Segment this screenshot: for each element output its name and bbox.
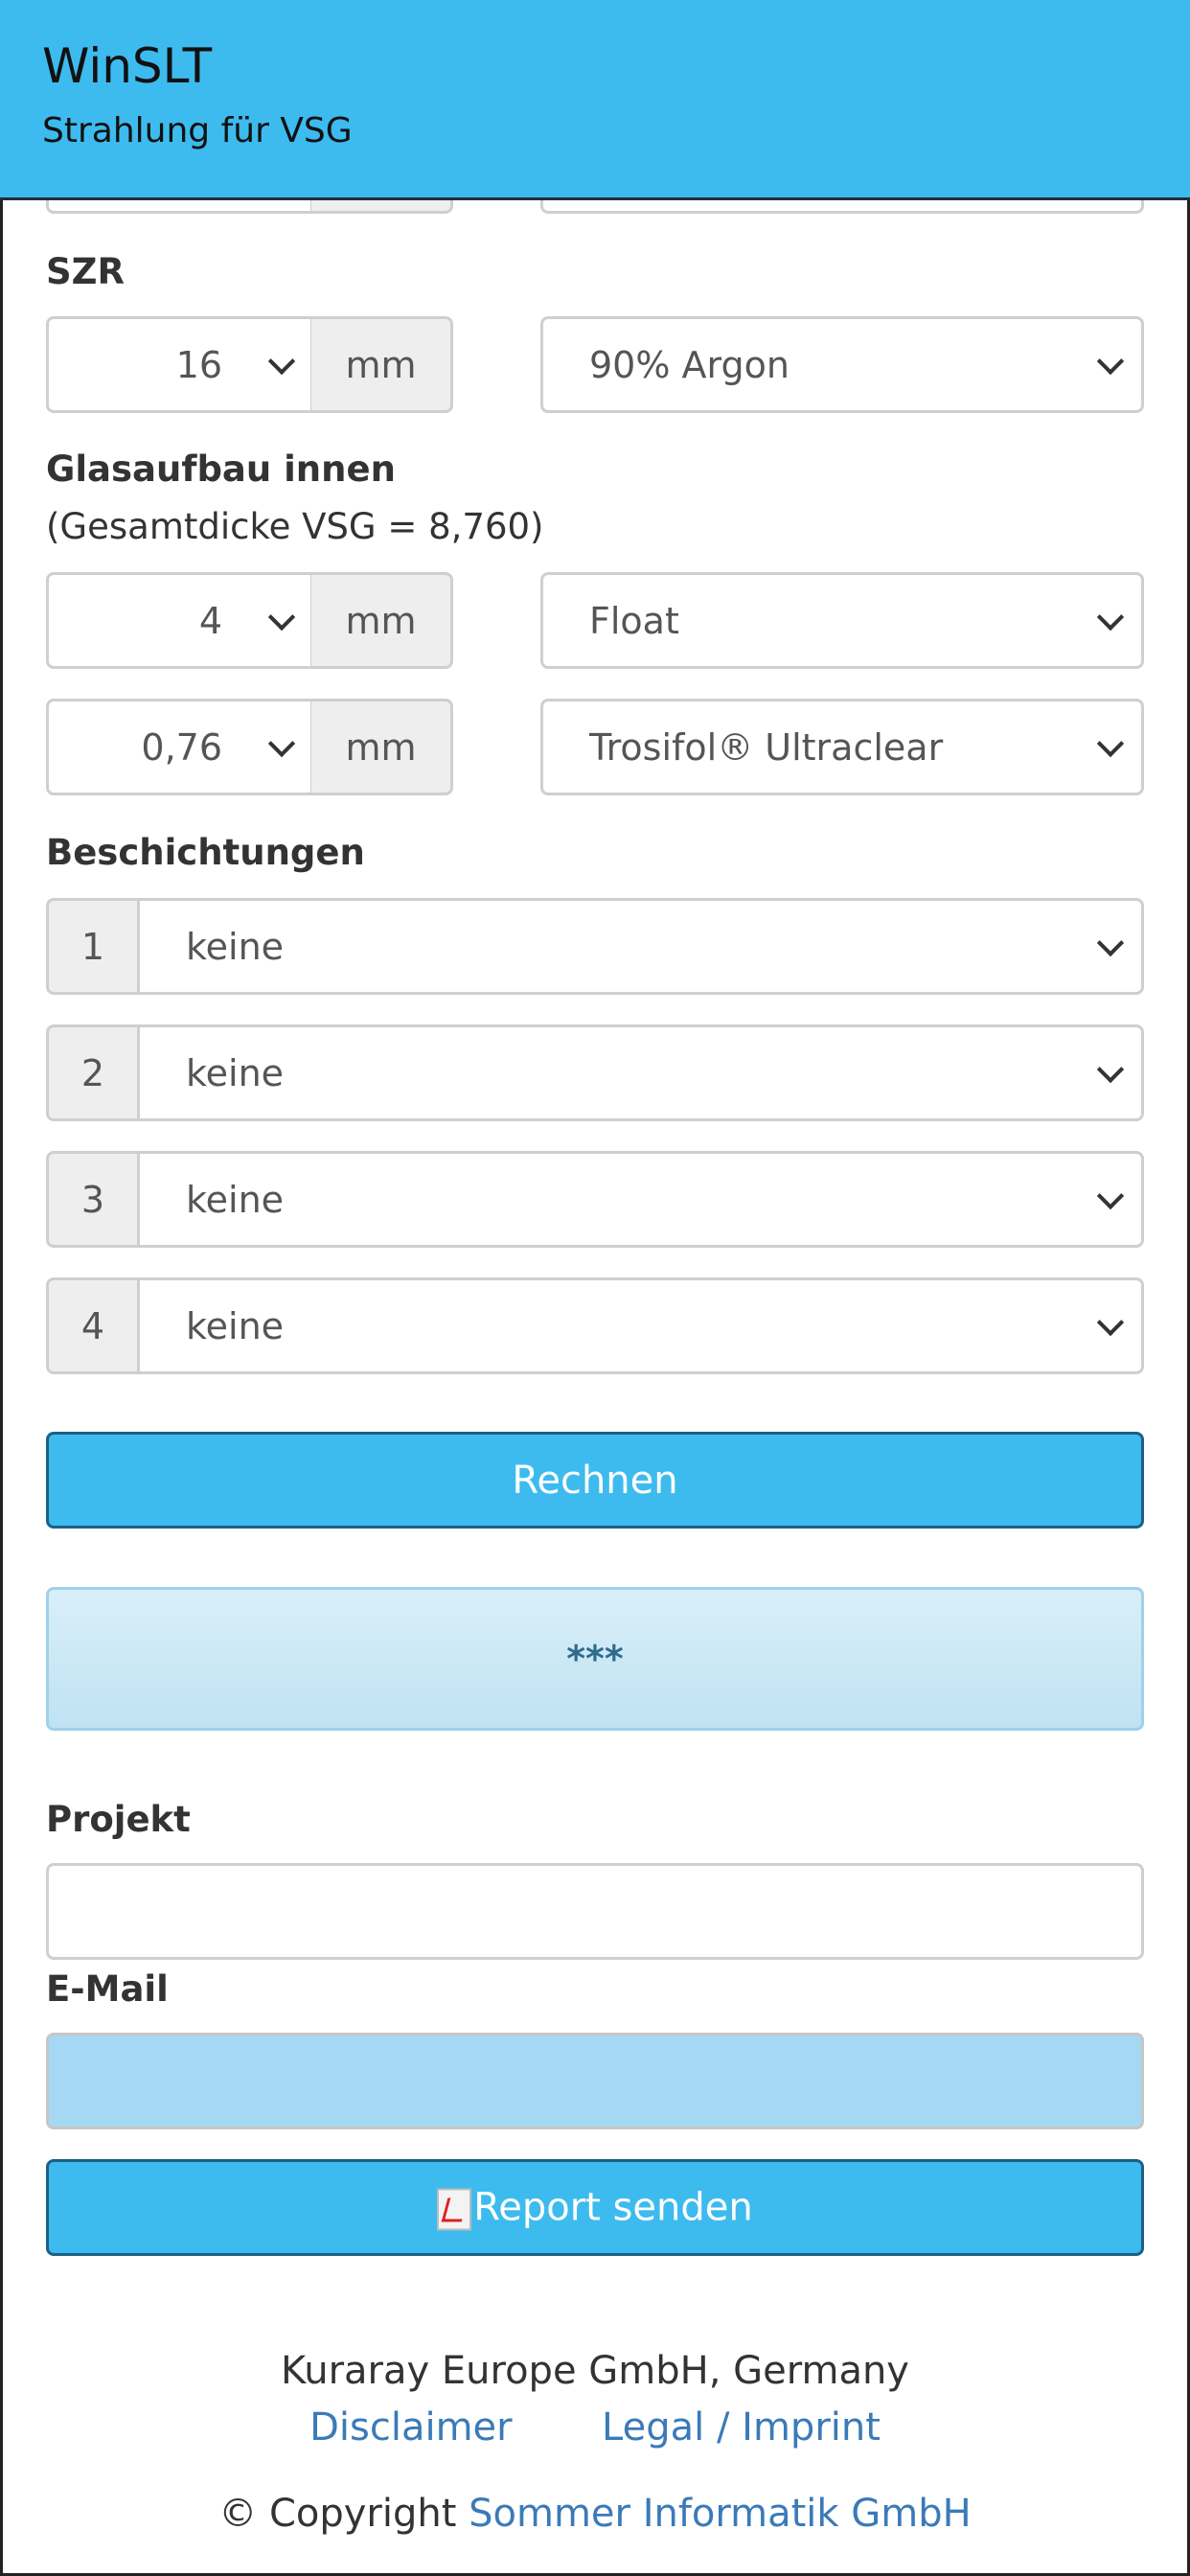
disclaimer-link[interactable]: Disclaimer — [309, 2405, 513, 2450]
company-text: Kuraray Europe GmbH, Germany — [281, 2349, 909, 2393]
legal-imprint-link[interactable]: Legal / Imprint — [602, 2405, 881, 2450]
send-report-content: Report senden — [49, 2185, 1141, 2230]
szr-gas-value: 90% Argon — [589, 343, 790, 386]
coating-1-number: 1 — [46, 898, 140, 995]
inner-total-thickness: (Gesamtdicke VSG = 8,760) — [46, 506, 544, 547]
coating-2-number: 2 — [46, 1024, 140, 1121]
coating-4-select[interactable]: keine — [140, 1277, 1144, 1374]
szr-label: SZR — [46, 251, 125, 292]
result-text: *** — [566, 1638, 624, 1680]
coating-1-number-text: 1 — [80, 925, 105, 968]
result-box: *** — [46, 1587, 1144, 1731]
app-header: WinSLT Strahlung für VSG — [0, 0, 1190, 200]
chevron-down-icon — [1096, 929, 1125, 956]
inner-layer2-unit-addon: mm — [311, 699, 453, 795]
szr-unit: mm — [345, 343, 417, 386]
szr-gas-select[interactable]: 90% Argon — [540, 316, 1144, 413]
chevron-down-icon — [267, 347, 296, 375]
chevron-down-icon — [1096, 729, 1125, 757]
copyright-text: © Copyright — [218, 2492, 457, 2536]
chevron-down-icon — [267, 603, 296, 631]
inner-layer1-thickness-value: 4 — [198, 599, 222, 642]
coating-4-number: 4 — [46, 1277, 140, 1374]
app-subtitle: Strahlung für VSG — [42, 111, 353, 150]
email-label: E-Mail — [46, 1968, 169, 2010]
pdf-icon — [437, 2188, 472, 2230]
inner-layer1-material-value: Float — [589, 599, 679, 642]
inner-layer2-thickness-value: 0,76 — [141, 725, 222, 769]
coating-2-value: keine — [186, 1051, 285, 1094]
copyright-line: © Copyright Sommer Informatik GmbH — [0, 2492, 1190, 2536]
developer-link[interactable]: Sommer Informatik GmbH — [469, 2492, 972, 2536]
project-input[interactable] — [46, 1863, 1144, 1960]
chevron-down-icon — [1096, 1308, 1125, 1336]
szr-unit-addon: mm — [311, 316, 453, 413]
footer-links: Disclaimer Legal / Imprint — [0, 2405, 1190, 2450]
inner-layer2-unit: mm — [345, 725, 417, 769]
chevron-down-icon — [267, 729, 296, 757]
szr-thickness-value: 16 — [175, 343, 222, 386]
chevron-down-icon — [1096, 603, 1125, 631]
coating-4-number-text: 4 — [80, 1304, 105, 1347]
calculate-button[interactable]: Rechnen — [46, 1432, 1144, 1529]
inner-layer2-material-select[interactable]: Trosifol® Ultraclear — [540, 699, 1144, 795]
coating-4-value: keine — [186, 1304, 285, 1347]
inner-layer2-thickness-select[interactable]: 0,76 — [46, 699, 313, 795]
chevron-down-icon — [1096, 347, 1125, 375]
send-report-button[interactable]: Report senden — [46, 2159, 1144, 2256]
coating-3-number: 3 — [46, 1151, 140, 1248]
send-report-label: Report senden — [473, 2185, 753, 2229]
inner-layer1-material-select[interactable]: Float — [540, 572, 1144, 669]
inner-layer1-unit-addon: mm — [311, 572, 453, 669]
szr-thickness-select[interactable]: 16 — [46, 316, 313, 413]
chevron-down-icon — [1096, 1055, 1125, 1083]
coating-1-value: keine — [186, 925, 285, 968]
chevron-down-icon — [1096, 1182, 1125, 1209]
coating-3-number-text: 3 — [80, 1178, 105, 1221]
calculate-button-label: Rechnen — [512, 1458, 678, 1503]
email-input[interactable] — [46, 2033, 1144, 2129]
project-label: Projekt — [46, 1799, 191, 1840]
coating-2-number-text: 2 — [80, 1051, 105, 1094]
app-title: WinSLT — [42, 38, 213, 94]
coatings-label: Beschichtungen — [46, 832, 365, 873]
inner-layer2-material-value: Trosifol® Ultraclear — [589, 725, 944, 769]
coating-3-select[interactable]: keine — [140, 1151, 1144, 1248]
inner-layer1-unit: mm — [345, 599, 417, 642]
coating-1-select[interactable]: keine — [140, 898, 1144, 995]
inner-layer1-thickness-select[interactable]: 4 — [46, 572, 313, 669]
coating-3-value: keine — [186, 1178, 285, 1221]
coating-2-select[interactable]: keine — [140, 1024, 1144, 1121]
inner-label: Glasaufbau innen — [46, 448, 396, 490]
